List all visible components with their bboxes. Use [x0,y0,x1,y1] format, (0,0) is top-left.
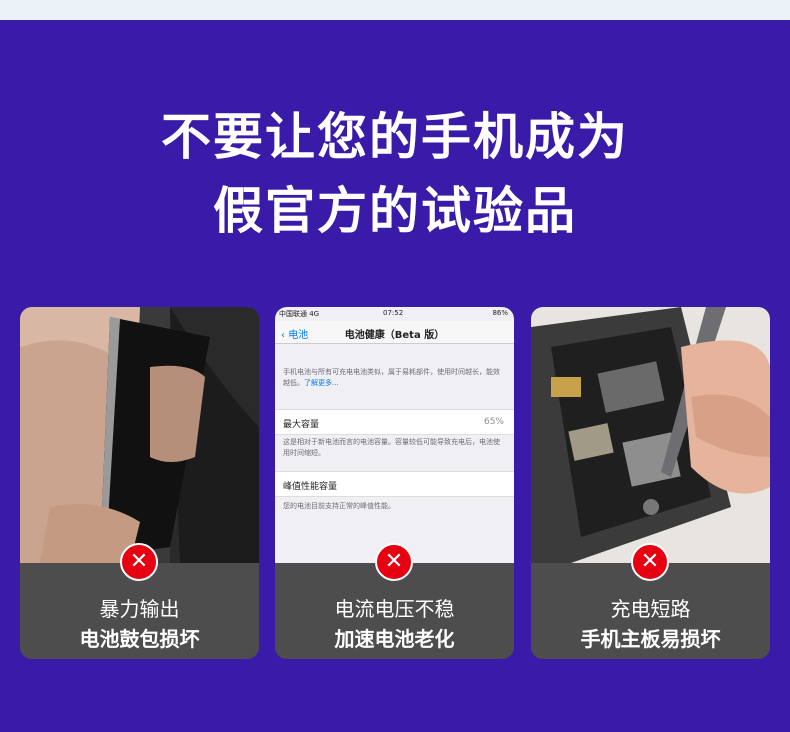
headline: 不要让您的手机成为 假官方的试验品 [0,100,790,248]
card-short-circuit: ✕ 充电短路 手机主板易损坏 [531,307,770,659]
peak-performance-row: 峰值性能容量 [275,471,514,497]
nav-title: 电池健康（Beta 版） [344,330,445,341]
peak-note: 您的电池目前支持正常的峰值性能。 [283,502,395,510]
motherboard-repair-photo [531,307,770,563]
carrier-text: 中国联通 4G [279,310,320,318]
ios-status-bar: 中国联通 4G 07:52 86% [275,307,514,319]
ios-nav-bar: ‹ 电池 电池健康（Beta 版） [275,321,514,344]
error-x-icon: ✕ [631,543,669,581]
intro-text: 手机电池与所有可充电电池类似，属于易耗部件，使用时间越长，能效越低。了解更多..… [283,367,506,389]
max-capacity-label: 最大容量 [283,420,320,430]
clock-text: 07:52 [383,309,404,317]
caption-line-1: 暴力输出 [99,597,180,621]
headline-line-2: 假官方的试验品 [213,182,577,240]
caption-line-2: 手机主板易损坏 [580,627,721,651]
max-capacity-value: 65% [483,417,504,427]
learn-more-link[interactable]: 了解更多... [304,379,339,387]
error-x-icon: ✕ [375,543,413,581]
ios-settings-screen: 中国联通 4G 07:52 86% ‹ 电池 电池健康（Beta 版） 手机电池… [275,307,514,563]
card-voltage-unstable: 中国联通 4G 07:52 86% ‹ 电池 电池健康（Beta 版） 手机电池… [275,307,514,659]
peak-label: 峰值性能容量 [283,482,338,492]
card-battery-swelling: ✕ 暴力输出 电池鼓包损坏 [20,307,259,659]
caption-line-2: 电池鼓包损坏 [79,627,200,651]
max-capacity-row: 最大容量 65% [275,409,514,435]
error-x-icon: ✕ [120,543,158,581]
top-strip [0,0,790,20]
caption-line-1: 充电短路 [610,597,691,621]
caption-line-1: 电流电压不稳 [334,597,455,621]
caption-line-2: 加速电池老化 [334,627,455,651]
bent-phone-photo [20,307,259,563]
battery-health-screenshot: 中国联通 4G 07:52 86% ‹ 电池 电池健康（Beta 版） 手机电池… [275,307,514,563]
battery-percent: 86% [492,309,508,317]
headline-line-1: 不要让您的手机成为 [161,108,629,166]
max-capacity-note: 这是相对于新电池而言的电池容量。容量较低可能导致充电后，电池使用时间缩短。 [283,438,500,457]
